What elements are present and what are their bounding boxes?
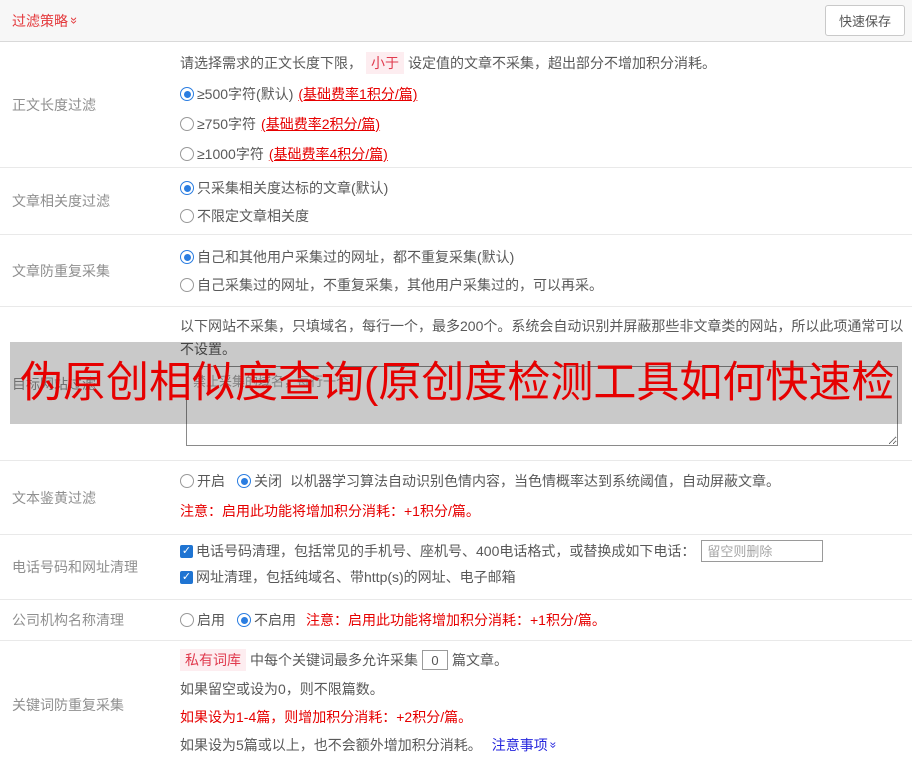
checkbox-url-clean[interactable]: 网址清理，包括纯域名、带http(s)的网址、电子邮箱	[180, 567, 516, 587]
row-label-porn-filter: 文本鉴黄过滤	[12, 489, 96, 506]
radio-icon[interactable]	[237, 613, 251, 627]
radio-label: 不启用	[254, 612, 296, 628]
row-label-company-clean: 公司机构名称清理	[12, 612, 124, 628]
notes-link-label: 注意事项	[491, 737, 548, 753]
keyword-count-input[interactable]	[422, 650, 448, 670]
fee-note: (基础费率2积分/篇)	[261, 116, 381, 132]
checkbox-icon[interactable]	[180, 544, 193, 558]
blocked-sites-textarea[interactable]	[186, 366, 898, 446]
radio-label: ≥1000字符	[197, 146, 264, 162]
radio-option-1000-chars[interactable]: ≥1000字符	[180, 144, 264, 164]
keyword-rule-cost: 如果设为1-4篇，则增加积分消耗：+2积分/篇。	[180, 709, 473, 725]
radio-icon[interactable]	[180, 250, 194, 264]
row-label-dedup: 文章防重复采集	[12, 262, 110, 279]
radio-option-company-on[interactable]: 启用	[180, 610, 225, 630]
length-intro-post: 设定值的文章不采集，超出部分不增加积分消耗。	[408, 55, 716, 71]
radio-label: 关闭	[254, 473, 282, 489]
radio-icon[interactable]	[180, 278, 194, 292]
radio-icon[interactable]	[180, 209, 194, 223]
row-phone-url-clean: 电话号码和网址清理 电话号码清理，包括常见的手机号、座机号、400电话格式，或替…	[0, 535, 912, 600]
row-porn-filter: 文本鉴黄过滤 开启 关闭 以机器学习算法自动识别色情内容，当色情概率达到系统阈值…	[0, 461, 912, 535]
keyword-limit-suffix: 篇文章。	[452, 652, 508, 668]
company-clean-cost-note: 注意：启用此功能将增加积分消耗：+1积分/篇。	[306, 612, 606, 628]
porn-filter-cost-note: 注意：启用此功能将增加积分消耗：+1积分/篇。	[180, 503, 480, 519]
checkbox-phone-clean[interactable]: 电话号码清理，包括常见的手机号、座机号、400电话格式，或替换成如下电话：	[180, 541, 695, 561]
row-content-length-filter: 正文长度过滤 请选择需求的正文长度下限， 小于 设定值的文章不采集，超出部分不增…	[0, 42, 912, 168]
radio-label: ≥750字符	[197, 116, 257, 132]
radio-option-porn-on[interactable]: 开启	[180, 471, 225, 491]
row-relevance-filter: 文章相关度过滤 只采集相关度达标的文章(默认) 不限定文章相关度	[0, 168, 912, 235]
page-title[interactable]: 过滤策略 »	[12, 11, 83, 31]
radio-icon[interactable]	[180, 147, 194, 161]
row-target-site-filter: 目标网站过滤 以下网站不采集，只填域名，每行一个，最多200个。系统会自动识别并…	[0, 307, 912, 461]
site-filter-description: 以下网站不采集，只填域名，每行一个，最多200个。系统会自动识别并屏蔽那些非文章…	[180, 318, 904, 357]
checkbox-label: 电话号码清理，包括常见的手机号、座机号、400电话格式，或替换成如下电话：	[196, 543, 696, 559]
radio-icon[interactable]	[180, 87, 194, 101]
keyword-rule-five-plus: 如果设为5篇或以上，也不会额外增加积分消耗。	[180, 737, 482, 753]
radio-label: 只采集相关度达标的文章(默认)	[197, 180, 389, 196]
radio-option-dedup-self-only[interactable]: 自己采集过的网址，不重复采集，其他用户采集过的，可以再采。	[180, 275, 603, 295]
notes-link[interactable]: 注意事项 »	[491, 735, 561, 755]
row-company-name-clean: 公司机构名称清理 启用 不启用 注意：启用此功能将增加积分消耗：+1积分/篇。	[0, 600, 912, 641]
radio-option-750-chars[interactable]: ≥750字符	[180, 114, 256, 134]
porn-filter-description: 以机器学习算法自动识别色情内容，当色情概率达到系统阈值，自动屏蔽文章。	[290, 473, 780, 489]
row-keyword-dedup: 关键词防重复采集 私有词库 中每个关键词最多允许采集 篇文章。 如果留空或设为0…	[0, 641, 912, 768]
fee-note: (基础费率4积分/篇)	[268, 146, 388, 162]
chevron-double-down-icon: »	[546, 741, 561, 749]
radio-option-dedup-all-users[interactable]: 自己和其他用户采集过的网址，都不重复采集(默认)	[180, 247, 514, 267]
row-label-phone-url-clean: 电话号码和网址清理	[12, 559, 138, 575]
keyword-rule-zero: 如果留空或设为0，则不限篇数。	[180, 681, 384, 697]
radio-icon[interactable]	[180, 474, 194, 488]
radio-icon[interactable]	[180, 181, 194, 195]
radio-option-relevance-strict[interactable]: 只采集相关度达标的文章(默认)	[180, 178, 388, 198]
page-header: 过滤策略 » 快速保存	[0, 0, 912, 42]
length-intro: 请选择需求的正文长度下限， 小于 设定值的文章不采集，超出部分不增加积分消耗。	[180, 52, 904, 74]
row-label-content-length: 正文长度过滤	[12, 96, 96, 113]
radio-option-porn-off[interactable]: 关闭	[237, 471, 282, 491]
row-label-keyword-dedup: 关键词防重复采集	[12, 696, 124, 713]
radio-label: 开启	[197, 473, 225, 489]
page-title-text: 过滤策略	[12, 12, 68, 29]
radio-icon[interactable]	[237, 474, 251, 488]
fee-note: (基础费率1积分/篇)	[298, 86, 418, 102]
replacement-phone-input[interactable]	[701, 540, 824, 562]
radio-label: 启用	[197, 612, 225, 628]
radio-option-500-chars[interactable]: ≥500字符(默认)	[180, 84, 293, 104]
filter-strategy-page: 过滤策略 » 快速保存 正文长度过滤 请选择需求的正文长度下限， 小于 设定值的…	[0, 0, 912, 768]
chevron-double-down-icon: »	[67, 16, 83, 25]
keyword-limit-text: 中每个关键词最多允许采集	[250, 652, 418, 668]
checkbox-label: 网址清理，包括纯域名、带http(s)的网址、电子邮箱	[196, 569, 516, 585]
radio-option-relevance-any[interactable]: 不限定文章相关度	[180, 206, 309, 226]
length-intro-pre: 请选择需求的正文长度下限，	[180, 55, 362, 71]
row-label-target-sites: 目标网站过滤	[12, 375, 96, 392]
radio-icon[interactable]	[180, 117, 194, 131]
radio-label: 自己采集过的网址，不重复采集，其他用户采集过的，可以再采。	[197, 277, 603, 293]
radio-option-company-off[interactable]: 不启用	[237, 610, 296, 630]
radio-icon[interactable]	[180, 613, 194, 627]
length-intro-highlight: 小于	[366, 52, 404, 74]
row-label-relevance: 文章相关度过滤	[12, 193, 110, 209]
quick-save-button[interactable]: 快速保存	[824, 5, 905, 36]
private-wordbank-badge[interactable]: 私有词库	[180, 649, 246, 671]
radio-label: 自己和其他用户采集过的网址，都不重复采集(默认)	[197, 249, 515, 265]
checkbox-icon[interactable]	[180, 570, 193, 584]
radio-label: 不限定文章相关度	[197, 208, 309, 224]
row-article-dedup: 文章防重复采集 自己和其他用户采集过的网址，都不重复采集(默认) 自己采集过的网…	[0, 235, 912, 307]
radio-label: ≥500字符(默认)	[197, 86, 294, 102]
